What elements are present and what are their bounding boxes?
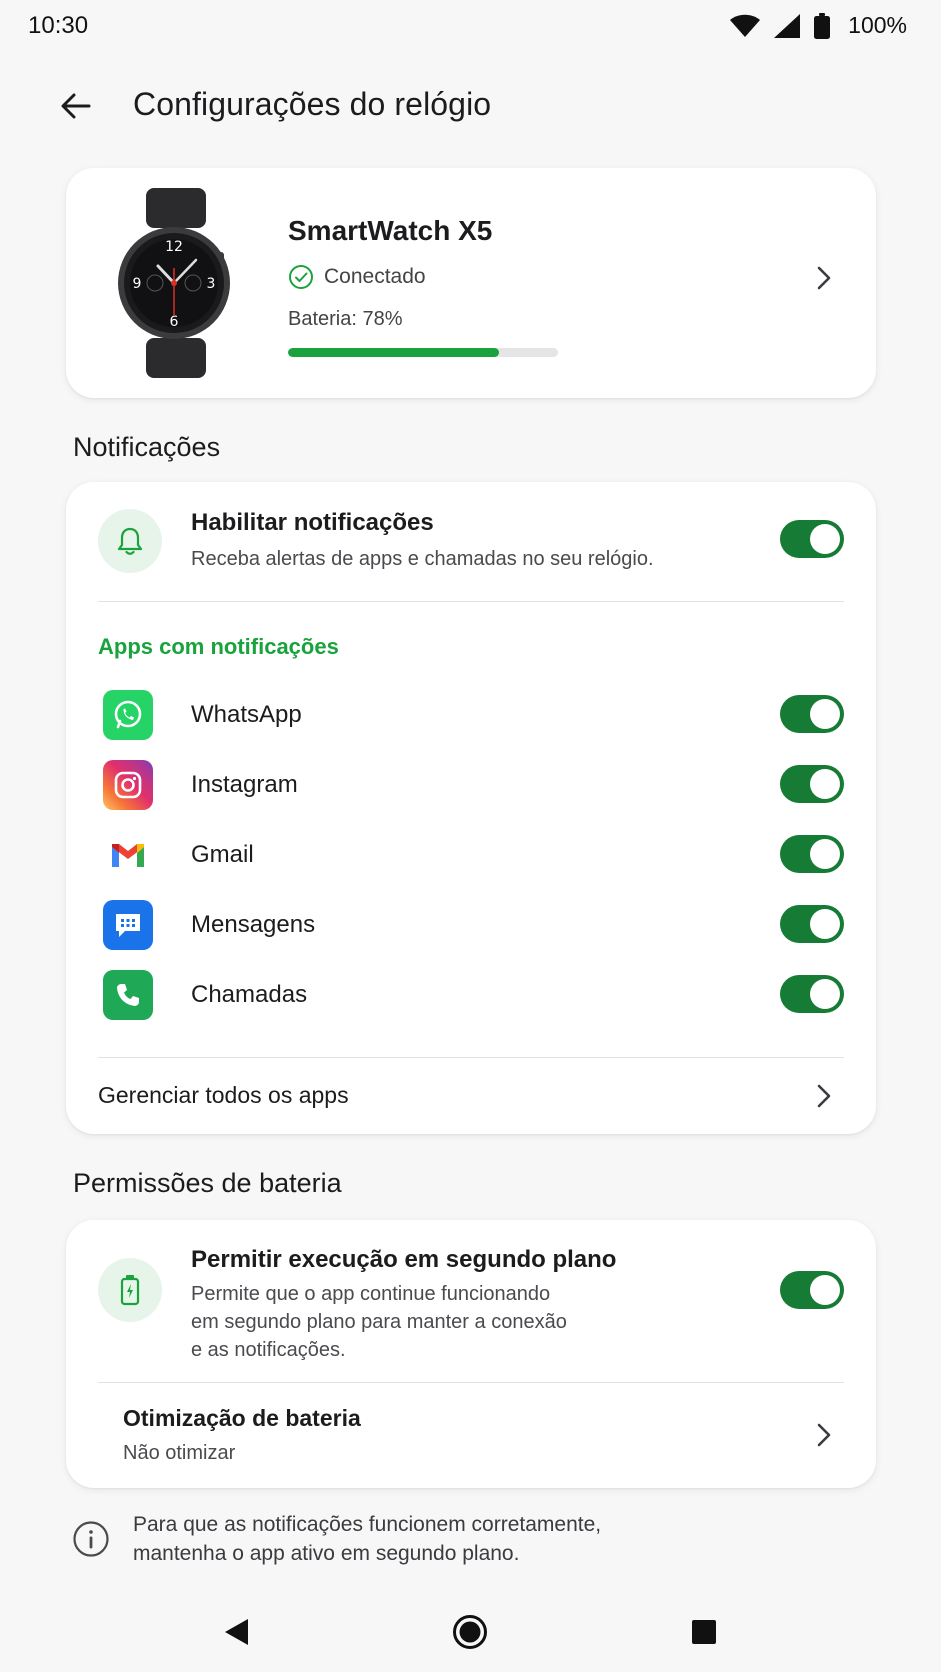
app-name: WhatsApp: [191, 701, 302, 728]
bell-icon: [117, 527, 143, 555]
bell-icon-circle: [98, 509, 162, 573]
battery-percent: 100%: [848, 12, 907, 38]
enable-notifications-subtitle: Receba alertas de apps e chamadas no seu…: [191, 548, 654, 570]
messages-toggle[interactable]: [780, 905, 844, 943]
divider: [98, 601, 844, 602]
nav-back-button[interactable]: [214, 1610, 258, 1654]
app-bar: Configurações do relógio: [0, 76, 941, 136]
notifications-section-title: Notificações: [73, 432, 221, 462]
info-icon: [73, 1521, 109, 1557]
toggle-knob: [810, 699, 840, 729]
connection-status: Conectado: [288, 264, 426, 290]
notifications-card: Habilitar notificações Receba alertas de…: [66, 482, 876, 1134]
svg-text:6: 6: [170, 314, 179, 330]
background-execution-subtitle-line-2: em segundo plano para manter a conexão: [191, 1311, 567, 1333]
instagram-icon: [103, 760, 153, 810]
info-text-line-1: Para que as notificações funcionem corre…: [133, 1513, 602, 1536]
battery-optimization-row[interactable]: Otimização de bateria Não otimizar: [66, 1383, 876, 1488]
battery-icon-circle: [98, 1258, 162, 1322]
apps-subsection-title: Apps com notificações: [98, 634, 339, 659]
background-execution-toggle[interactable]: [780, 1271, 844, 1309]
messages-icon: [103, 900, 153, 950]
whatsapp-toggle[interactable]: [780, 695, 844, 733]
enable-notifications-toggle[interactable]: [780, 520, 844, 558]
app-name: Mensagens: [191, 911, 316, 938]
svg-text:9: 9: [133, 276, 142, 292]
calls-toggle[interactable]: [780, 975, 844, 1013]
back-button[interactable]: [52, 82, 100, 130]
app-row-calls: Chamadas: [66, 964, 876, 1024]
signal-icon: [774, 13, 801, 38]
battery-progress-bar: [288, 348, 558, 357]
background-execution-title: Permitir execução em segundo plano: [191, 1246, 617, 1273]
wifi-icon: [730, 14, 761, 37]
background-execution-subtitle-line-3: e as notificações.: [191, 1339, 346, 1361]
nav-back-icon: [225, 1619, 248, 1645]
device-card[interactable]: 12 6 9 3 SmartWatch X5 Conectado Bateria…: [66, 168, 876, 398]
manage-all-apps-label: Gerenciar todos os apps: [98, 1082, 349, 1108]
phone-icon: [103, 970, 153, 1020]
toggle-knob: [810, 979, 840, 1009]
manage-all-apps-row[interactable]: Gerenciar todos os apps: [66, 1058, 876, 1134]
app-name: Instagram: [191, 771, 298, 798]
svg-text:12: 12: [165, 239, 183, 255]
app-name: Chamadas: [191, 981, 308, 1008]
status-bar: 10:30 100%: [0, 0, 941, 56]
toggle-knob: [810, 524, 840, 554]
battery-charging-icon: [120, 1275, 140, 1306]
status-icons: 100%: [730, 12, 907, 39]
system-nav-bar: [0, 1592, 941, 1672]
app-row-gmail: Gmail: [66, 824, 876, 884]
smartwatch-image: 12 6 9 3: [118, 188, 230, 378]
svg-text:3: 3: [207, 276, 216, 292]
toggle-knob: [810, 1275, 840, 1305]
battery-label: Bateria: 78%: [288, 308, 403, 330]
toggle-knob: [810, 909, 840, 939]
status-time: 10:30: [28, 12, 89, 39]
gmail-toggle[interactable]: [780, 835, 844, 873]
battery-icon: [814, 12, 831, 39]
battery-optimization-title: Otimização de bateria: [123, 1405, 361, 1431]
app-name: Gmail: [191, 841, 254, 868]
arrow-left-icon: [61, 93, 91, 119]
chevron-right-icon: [810, 264, 838, 292]
instagram-toggle[interactable]: [780, 765, 844, 803]
info-text-line-2: mantenha o app ativo em segundo plano.: [133, 1542, 520, 1565]
page-title: Configurações do relógio: [133, 86, 492, 122]
gmail-icon: [103, 830, 153, 880]
connection-status-text: Conectado: [324, 265, 426, 288]
app-row-messages: Mensagens: [66, 894, 876, 954]
battery-permissions-section-title: Permissões de bateria: [73, 1168, 342, 1198]
battery-permissions-card: Permitir execução em segundo plano Permi…: [66, 1220, 876, 1488]
nav-home-button[interactable]: [448, 1610, 492, 1654]
app-row-whatsapp: WhatsApp: [66, 684, 876, 744]
background-execution-subtitle-line-1: Permite que o app continue funcionando: [191, 1283, 551, 1305]
battery-optimization-value: Não otimizar: [123, 1442, 236, 1464]
battery-progress-fill: [288, 348, 499, 357]
nav-home-icon: [453, 1615, 487, 1649]
app-row-instagram: Instagram: [66, 754, 876, 814]
enable-notifications-title: Habilitar notificações: [191, 509, 434, 536]
nav-recents-icon: [692, 1620, 716, 1644]
nav-recents-button[interactable]: [682, 1610, 726, 1654]
chevron-right-icon: [810, 1082, 838, 1110]
toggle-knob: [810, 839, 840, 869]
device-name: SmartWatch X5: [288, 215, 493, 246]
toggle-knob: [810, 769, 840, 799]
whatsapp-icon: [103, 690, 153, 740]
check-circle-icon: [289, 265, 313, 289]
chevron-right-icon: [810, 1421, 838, 1449]
